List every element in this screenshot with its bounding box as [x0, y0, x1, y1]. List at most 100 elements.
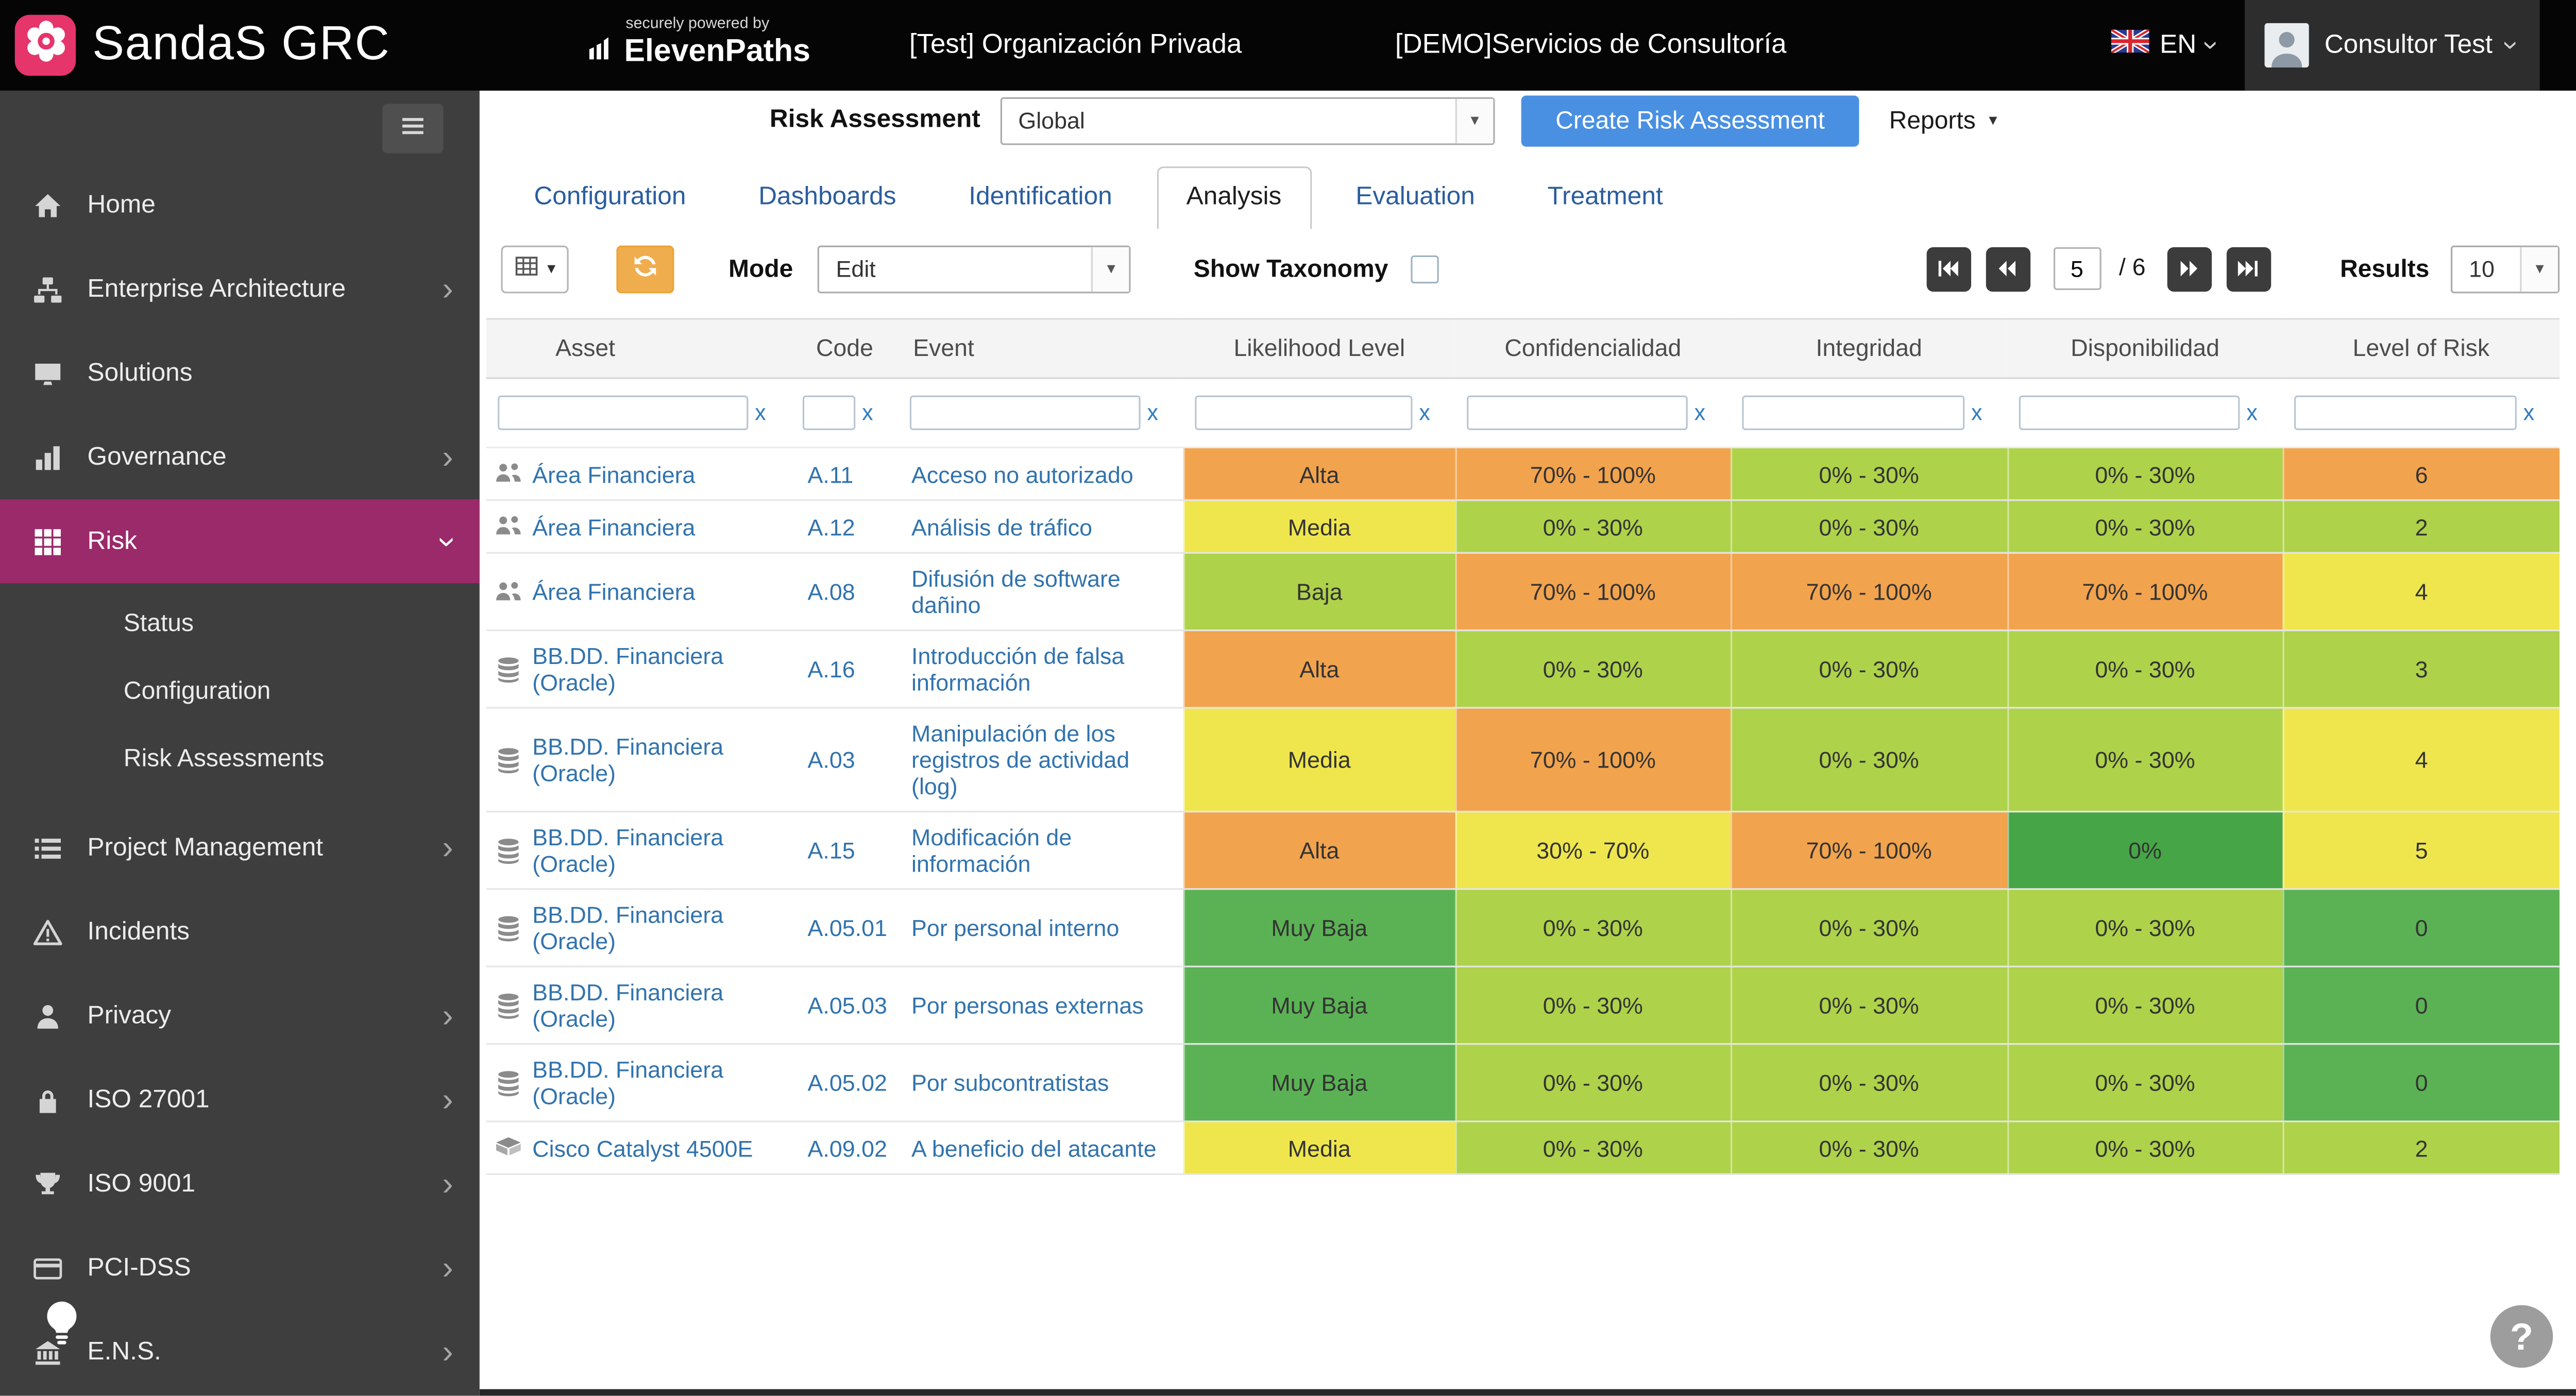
confidencialidad-cell[interactable]: 0% - 30%	[1455, 1121, 1731, 1174]
create-risk-assessment-button[interactable]: Create Risk Assessment	[1521, 95, 1859, 146]
clear-filter-icon[interactable]: x	[862, 400, 873, 425]
refresh-button[interactable]	[617, 245, 674, 293]
show-taxonomy-checkbox[interactable]	[1411, 254, 1439, 282]
tab-configuration[interactable]: Configuration	[506, 168, 714, 229]
reports-menu[interactable]: Reports ▾	[1889, 106, 1997, 134]
asset-link[interactable]: BB.DD. Financiera (Oracle)	[532, 734, 786, 786]
filter-input-integridad[interactable]	[1742, 396, 1964, 430]
integridad-cell[interactable]: 0% - 30%	[1731, 448, 2007, 500]
asset-link[interactable]: BB.DD. Financiera (Oracle)	[532, 643, 786, 695]
event-link[interactable]: Por subcontratistas	[911, 1069, 1109, 1096]
integridad-cell[interactable]: 0% - 30%	[1731, 631, 2007, 708]
sidebar-subitem-configuration[interactable]: Configuration	[0, 657, 480, 725]
column-header-likelihood-level[interactable]: Likelihood Level	[1183, 319, 1455, 378]
asset-link[interactable]: Área Financiera	[532, 578, 695, 605]
filter-input-event[interactable]	[910, 396, 1141, 430]
asset-link[interactable]: Área Financiera	[532, 461, 695, 487]
filter-input-disponibilidad[interactable]	[2019, 396, 2240, 430]
code-link[interactable]: A.03	[808, 746, 855, 773]
confidencialidad-cell[interactable]: 30% - 70%	[1455, 812, 1731, 889]
clear-filter-icon[interactable]: x	[755, 400, 766, 425]
language-selector[interactable]: EN ›	[2112, 30, 2215, 61]
user-menu[interactable]: Consultor Test ›	[2245, 0, 2540, 91]
filter-input-confidencialidad[interactable]	[1467, 396, 1688, 430]
asset-link[interactable]: BB.DD. Financiera (Oracle)	[532, 901, 786, 954]
previous-page-button[interactable]	[1986, 246, 2030, 291]
filter-input-likelihood-level[interactable]	[1195, 396, 1412, 430]
disponibilidad-cell[interactable]: 70% - 100%	[2007, 553, 2282, 630]
tab-analysis[interactable]: Analysis	[1157, 166, 1311, 229]
confidencialidad-cell[interactable]: 0% - 30%	[1455, 631, 1731, 708]
integridad-cell[interactable]: 0% - 30%	[1731, 1044, 2007, 1121]
code-link[interactable]: A.05.01	[808, 914, 887, 941]
likelihood-cell[interactable]: Muy Baja	[1183, 1044, 1455, 1121]
tab-evaluation[interactable]: Evaluation	[1328, 168, 1503, 229]
event-link[interactable]: A beneficio del atacante	[911, 1135, 1157, 1161]
confidencialidad-cell[interactable]: 70% - 100%	[1455, 448, 1731, 500]
sidebar-item-project-management[interactable]: Project Management›	[0, 806, 480, 890]
brand-title[interactable]: SandaS GRC	[92, 18, 390, 73]
asset-link[interactable]: Área Financiera	[532, 513, 695, 539]
integridad-cell[interactable]: 0% - 30%	[1731, 708, 2007, 812]
integridad-cell[interactable]: 70% - 100%	[1731, 812, 2007, 889]
results-per-page-select[interactable]: 10 ▾	[2451, 245, 2560, 293]
confidencialidad-cell[interactable]: 0% - 30%	[1455, 889, 1731, 966]
integridad-cell[interactable]: 0% - 30%	[1731, 889, 2007, 966]
integridad-cell[interactable]: 0% - 30%	[1731, 1121, 2007, 1174]
likelihood-cell[interactable]: Media	[1183, 500, 1455, 553]
disponibilidad-cell[interactable]: 0%	[2007, 812, 2282, 889]
sidebar-item-risk[interactable]: Risk›	[0, 499, 480, 583]
disponibilidad-cell[interactable]: 0% - 30%	[2007, 708, 2282, 812]
column-header-confidencialidad[interactable]: Confidencialidad	[1455, 319, 1731, 378]
asset-link[interactable]: BB.DD. Financiera (Oracle)	[532, 1057, 786, 1109]
tab-treatment[interactable]: Treatment	[1519, 168, 1691, 229]
level-of-risk-cell[interactable]: 0	[2283, 1044, 2560, 1121]
likelihood-cell[interactable]: Alta	[1183, 448, 1455, 500]
level-of-risk-cell[interactable]: 5	[2283, 812, 2560, 889]
level-of-risk-cell[interactable]: 0	[2283, 966, 2560, 1044]
first-page-button[interactable]	[1926, 246, 1971, 291]
level-of-risk-cell[interactable]: 2	[2283, 1121, 2560, 1174]
likelihood-cell[interactable]: Media	[1183, 1121, 1455, 1174]
confidencialidad-cell[interactable]: 0% - 30%	[1455, 966, 1731, 1044]
last-page-button[interactable]	[2226, 246, 2270, 291]
asset-link[interactable]: BB.DD. Financiera (Oracle)	[532, 824, 786, 877]
sidebar-item-solutions[interactable]: Solutions	[0, 331, 480, 415]
clear-filter-icon[interactable]: x	[2246, 400, 2258, 425]
disponibilidad-cell[interactable]: 0% - 30%	[2007, 448, 2282, 500]
disponibilidad-cell[interactable]: 0% - 30%	[2007, 631, 2282, 708]
level-of-risk-cell[interactable]: 4	[2283, 553, 2560, 630]
confidencialidad-cell[interactable]: 0% - 30%	[1455, 500, 1731, 553]
mode-select[interactable]: Edit ▾	[818, 245, 1131, 293]
likelihood-cell[interactable]: Baja	[1183, 553, 1455, 630]
code-link[interactable]: A.09.02	[808, 1135, 887, 1161]
next-page-button[interactable]	[2167, 246, 2211, 291]
level-of-risk-cell[interactable]: 4	[2283, 708, 2560, 812]
filter-input-code[interactable]	[803, 396, 855, 430]
tab-dashboards[interactable]: Dashboards	[731, 168, 924, 229]
column-header-asset[interactable]: Asset	[486, 319, 791, 378]
sidebar-item-home[interactable]: Home	[0, 163, 480, 247]
code-link[interactable]: A.16	[808, 656, 855, 682]
service-name[interactable]: [DEMO]Servicios de Consultoría	[1395, 30, 1787, 61]
event-link[interactable]: Análisis de tráfico	[911, 513, 1092, 539]
disponibilidad-cell[interactable]: 0% - 30%	[2007, 1044, 2282, 1121]
event-link[interactable]: Introducción de falsa información	[911, 643, 1124, 695]
column-header-code[interactable]: Code	[791, 319, 899, 378]
clear-filter-icon[interactable]: x	[1971, 400, 1982, 425]
clear-filter-icon[interactable]: x	[1694, 400, 1706, 425]
level-of-risk-cell[interactable]: 0	[2283, 889, 2560, 966]
clear-filter-icon[interactable]: x	[1147, 400, 1159, 425]
likelihood-cell[interactable]: Muy Baja	[1183, 966, 1455, 1044]
column-header-integridad[interactable]: Integridad	[1731, 319, 2007, 378]
page-number-input[interactable]	[2053, 247, 2101, 290]
confidencialidad-cell[interactable]: 70% - 100%	[1455, 553, 1731, 630]
filter-input-level-of-risk[interactable]	[2294, 396, 2517, 430]
event-link[interactable]: Manipulación de los registros de activid…	[911, 720, 1129, 799]
hint-lightbulb-button[interactable]	[36, 1295, 87, 1359]
disponibilidad-cell[interactable]: 0% - 30%	[2007, 500, 2282, 553]
confidencialidad-cell[interactable]: 0% - 30%	[1455, 1044, 1731, 1121]
sidebar-item-governance[interactable]: Governance›	[0, 415, 480, 499]
level-of-risk-cell[interactable]: 2	[2283, 500, 2560, 553]
likelihood-cell[interactable]: Alta	[1183, 631, 1455, 708]
